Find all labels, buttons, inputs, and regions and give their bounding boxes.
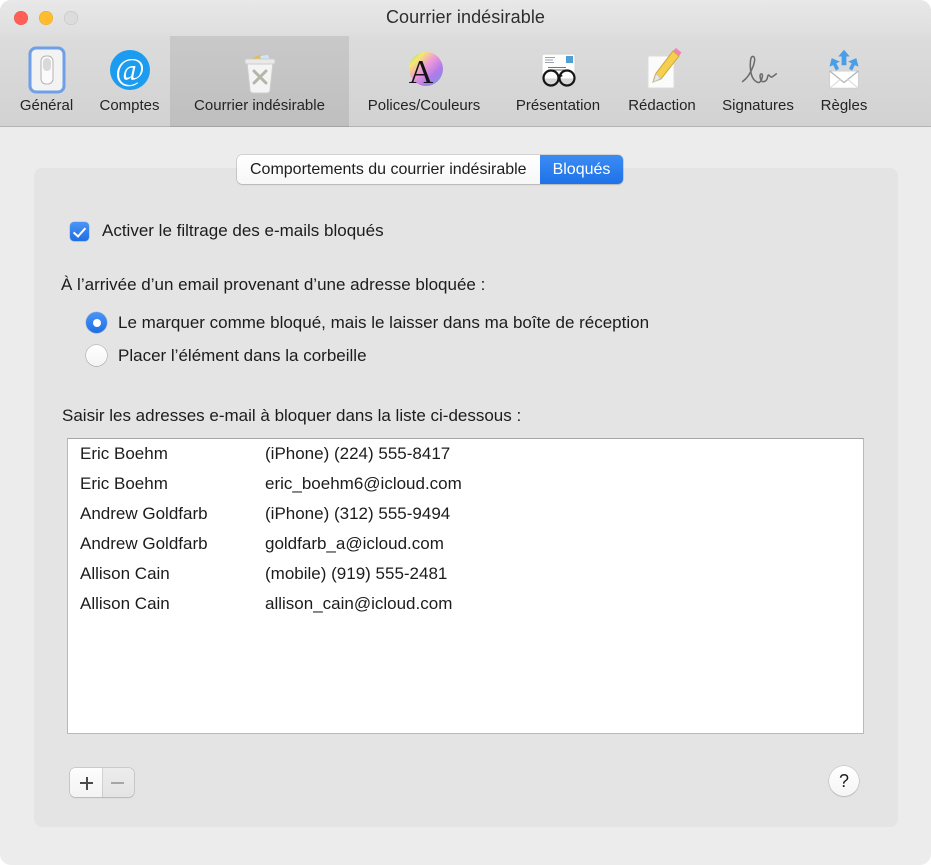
contact-address: eric_boehm6@icloud.com — [265, 474, 462, 493]
list-item[interactable]: Andrew Goldfarb (iPhone) (312) 555-9494 — [68, 499, 863, 529]
toolbar-item-label: Présentation — [515, 97, 601, 114]
glasses-icon — [533, 44, 583, 96]
switch-icon — [22, 44, 72, 96]
remove-blocked-address-button[interactable] — [102, 768, 134, 797]
contact-address: allison_cain@icloud.com — [265, 594, 453, 613]
radio-mark-as-blocked[interactable] — [86, 312, 107, 333]
svg-text:@: @ — [115, 51, 144, 87]
toolbar-item-junk-mail[interactable]: Courrier indésirable — [170, 36, 349, 127]
list-item[interactable]: Allison Cain allison_cain@icloud.com — [68, 589, 863, 619]
toolbar-item-fonts-colors[interactable]: A Polices/Couleurs — [349, 36, 499, 127]
toolbar-item-composing[interactable]: Rédaction — [617, 36, 707, 127]
radio-label: Placer l’élément dans la corbeille — [118, 345, 367, 365]
font-color-icon: A — [399, 44, 449, 96]
radio-move-to-trash[interactable] — [86, 345, 107, 366]
toolbar-item-label: Règles — [820, 97, 868, 114]
toolbar-item-signatures[interactable]: Signatures — [707, 36, 809, 127]
contact-name: Eric Boehm — [80, 444, 168, 463]
list-item[interactable]: Allison Cain (mobile) (919) 555-2481 — [68, 559, 863, 589]
radio-row-mark-as-blocked[interactable]: Le marquer comme bloqué, mais le laisser… — [86, 312, 649, 333]
contact-name: Andrew Goldfarb — [80, 504, 208, 523]
tab-blocked[interactable]: Bloqués — [539, 155, 624, 184]
contact-address: (iPhone) (224) 555-8417 — [265, 444, 451, 463]
toolbar-item-viewing[interactable]: Présentation — [499, 36, 617, 127]
enable-blocked-filtering-label: Activer le filtrage des e-mails bloqués — [102, 221, 384, 240]
svg-text:A: A — [409, 54, 434, 91]
toolbar-item-label: Général — [19, 97, 74, 114]
rules-envelope-icon — [819, 44, 869, 96]
toolbar-item-label: Polices/Couleurs — [367, 97, 481, 114]
contact-name: Andrew Goldfarb — [80, 534, 208, 553]
list-item[interactable]: Eric Boehm (iPhone) (224) 555-8417 — [68, 439, 863, 469]
toolbar-item-label: Comptes — [99, 97, 160, 114]
blocked-action-prompt: À l’arrivée d’un email provenant d’une a… — [61, 275, 486, 294]
pencil-page-icon — [637, 44, 687, 96]
list-item[interactable]: Andrew Goldfarb goldfarb_a@icloud.com — [68, 529, 863, 559]
list-item[interactable]: Eric Boehm eric_boehm6@icloud.com — [68, 469, 863, 499]
toolbar-item-label: Courrier indésirable — [194, 97, 325, 114]
enable-blocked-filtering-checkbox[interactable] — [70, 221, 89, 241]
radio-label: Le marquer comme bloqué, mais le laisser… — [118, 312, 650, 332]
toolbar-item-accounts[interactable]: @ Comptes — [89, 36, 170, 127]
radio-row-move-to-trash[interactable]: Placer l’élément dans la corbeille — [86, 345, 367, 366]
add-blocked-address-button[interactable] — [70, 768, 102, 797]
toolbar-item-rules[interactable]: Règles — [809, 36, 879, 127]
window-title: Courrier indésirable — [385, 7, 546, 27]
preferences-window: Courrier indésirable Général @ Comptes C… — [0, 0, 931, 865]
toolbar-item-label: Rédaction — [628, 97, 696, 114]
preferences-toolbar: Général @ Comptes Courrier indésirable A… — [0, 36, 931, 127]
junk-mail-tabs: Comportements du courrier indésirable Bl… — [237, 155, 624, 184]
at-sign-icon: @ — [105, 44, 155, 96]
list-edit-buttons — [70, 768, 134, 797]
blocked-settings-panel: Comportements du courrier indésirable Bl… — [34, 155, 898, 827]
contact-name: Eric Boehm — [80, 474, 168, 493]
blocked-list-instruction: Saisir les adresses e-mail à bloquer dan… — [62, 406, 522, 425]
tab-junk-mail-behaviors[interactable]: Comportements du courrier indésirable — [237, 155, 540, 184]
blocked-addresses-list[interactable]: Eric Boehm (iPhone) (224) 555-8417 Eric … — [67, 438, 864, 734]
enable-blocked-filtering-row[interactable]: Activer le filtrage des e-mails bloqués — [70, 221, 384, 241]
title-bar: Courrier indésirable — [0, 0, 931, 36]
question-mark-icon: ? — [838, 770, 849, 791]
help-button[interactable]: ? — [829, 766, 859, 796]
contact-address: (mobile) (919) 555-2481 — [265, 564, 448, 583]
contact-name: Allison Cain — [80, 564, 170, 583]
toolbar-item-general[interactable]: Général — [4, 36, 89, 127]
contact-address: (iPhone) (312) 555-9494 — [265, 504, 451, 523]
toolbar-item-label: Signatures — [722, 97, 794, 114]
junk-trash-icon — [235, 44, 285, 96]
contact-address: goldfarb_a@icloud.com — [265, 534, 444, 553]
contact-name: Allison Cain — [80, 594, 170, 613]
signature-icon — [733, 44, 783, 96]
